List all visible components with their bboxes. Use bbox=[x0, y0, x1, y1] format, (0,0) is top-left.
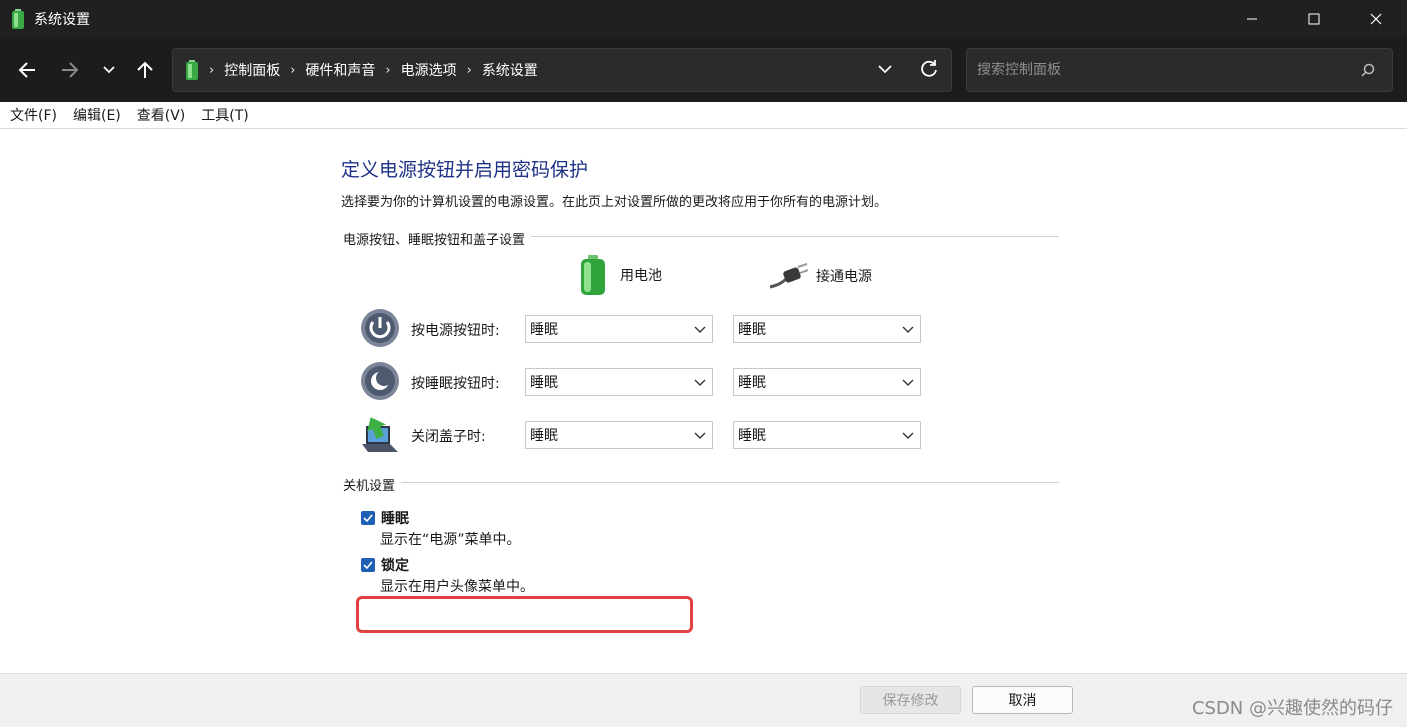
address-dropdown-button[interactable] bbox=[877, 61, 893, 81]
footer-bar: 保存修改 取消 CSDN @兴趣使然的码仔 bbox=[0, 673, 1407, 727]
search-input[interactable] bbox=[977, 62, 1337, 78]
navigation-bar: › 控制面板 › 硬件和声音 › 电源选项 › 系统设置 bbox=[0, 38, 1407, 102]
title-bar: 系统设置 bbox=[0, 0, 1407, 38]
battery-icon bbox=[581, 255, 605, 295]
page-description: 选择要为你的计算机设置的电源设置。在此页上对设置所做的更改将应用于你所有的电源计… bbox=[341, 195, 888, 210]
power-plug-icon bbox=[769, 263, 808, 289]
refresh-button[interactable] bbox=[919, 59, 939, 83]
menu-view[interactable]: 查看(V) bbox=[137, 105, 186, 125]
chevron-down-icon bbox=[694, 379, 706, 386]
power-button-battery-select[interactable]: 睡眠 bbox=[525, 315, 713, 343]
address-bar[interactable]: › 控制面板 › 硬件和声音 › 电源选项 › 系统设置 bbox=[172, 48, 952, 92]
chevron-down-icon bbox=[902, 432, 914, 439]
column-header-plugged: 接通电源 bbox=[768, 261, 872, 291]
lock-checkbox[interactable] bbox=[361, 558, 375, 572]
sleep-button-battery-select[interactable]: 睡眠 bbox=[525, 368, 713, 396]
sleep-checkbox[interactable] bbox=[361, 511, 375, 525]
power-button-plugged-select[interactable]: 睡眠 bbox=[733, 315, 921, 343]
breadcrumb-power-options[interactable]: 电源选项 bbox=[401, 60, 457, 80]
lock-option-description: 显示在用户头像菜单中。 bbox=[380, 579, 534, 595]
checkmark-icon bbox=[363, 514, 373, 523]
save-changes-button[interactable]: 保存修改 bbox=[860, 686, 961, 714]
annotation-highlight-box bbox=[356, 596, 693, 633]
menu-bar: 文件(F) 编辑(E) 查看(V) 工具(T) bbox=[0, 102, 1407, 129]
lid-close-plugged-select[interactable]: 睡眠 bbox=[733, 421, 921, 449]
chevron-down-icon bbox=[694, 432, 706, 439]
select-value: 睡眠 bbox=[738, 375, 766, 391]
laptop-lid-icon bbox=[360, 414, 400, 454]
breadcrumb-separator: › bbox=[209, 62, 215, 78]
select-value: 睡眠 bbox=[530, 428, 558, 444]
row-label-lid-close: 关闭盖子时: bbox=[411, 429, 486, 445]
breadcrumb-control-panel[interactable]: 控制面板 bbox=[224, 60, 280, 80]
select-value: 睡眠 bbox=[530, 375, 558, 391]
section-title-shutdown: 关机设置 bbox=[343, 475, 402, 494]
chevron-down-icon bbox=[103, 66, 115, 74]
lock-option-checkbox-row[interactable]: 锁定 bbox=[361, 555, 409, 575]
breadcrumb-separator[interactable]: › bbox=[467, 63, 472, 78]
watermark-text: CSDN @兴趣使然的码仔 bbox=[1191, 698, 1393, 719]
select-value: 睡眠 bbox=[738, 428, 766, 444]
lid-close-battery-select[interactable]: 睡眠 bbox=[525, 421, 713, 449]
battery-app-icon bbox=[10, 9, 26, 29]
maximize-icon bbox=[1308, 13, 1320, 25]
window-title: 系统设置 bbox=[34, 12, 90, 28]
breadcrumb-system-settings[interactable]: 系统设置 bbox=[482, 60, 538, 80]
power-button-icon bbox=[360, 308, 400, 348]
sleep-option-description: 显示在“电源”菜单中。 bbox=[380, 532, 521, 548]
column-label-plugged: 接通电源 bbox=[816, 269, 872, 285]
cancel-button[interactable]: 取消 bbox=[972, 686, 1073, 714]
chevron-down-icon bbox=[694, 326, 706, 333]
sleep-option-label[interactable]: 睡眠 bbox=[381, 508, 409, 528]
control-panel-icon bbox=[185, 60, 199, 80]
close-icon bbox=[1370, 13, 1382, 25]
breadcrumb-separator[interactable]: › bbox=[385, 63, 390, 78]
section-divider bbox=[343, 482, 1059, 483]
up-button[interactable] bbox=[131, 56, 159, 84]
refresh-icon bbox=[921, 60, 937, 77]
content-area: 定义电源按钮并启用密码保护 选择要为你的计算机设置的电源设置。在此页上对设置所做… bbox=[0, 129, 1407, 673]
select-value: 睡眠 bbox=[738, 322, 766, 338]
back-button[interactable] bbox=[13, 56, 41, 84]
breadcrumb-hardware-sound[interactable]: 硬件和声音 bbox=[305, 60, 375, 80]
recent-locations-button[interactable] bbox=[95, 56, 123, 84]
minimize-icon bbox=[1247, 18, 1257, 20]
back-arrow-icon bbox=[18, 62, 35, 78]
minimize-button[interactable] bbox=[1221, 0, 1283, 38]
sleep-option-checkbox-row[interactable]: 睡眠 bbox=[361, 508, 409, 528]
row-label-sleep-button: 按睡眠按钮时: bbox=[411, 376, 500, 392]
column-header-battery: 用电池 bbox=[578, 255, 662, 295]
menu-tools[interactable]: 工具(T) bbox=[201, 105, 248, 125]
forward-arrow-icon bbox=[62, 62, 79, 78]
close-button[interactable] bbox=[1345, 0, 1407, 38]
chevron-down-icon bbox=[902, 379, 914, 386]
section-title-buttons: 电源按钮、睡眠按钮和盖子设置 bbox=[343, 229, 532, 248]
maximize-button[interactable] bbox=[1283, 0, 1345, 38]
menu-edit[interactable]: 编辑(E) bbox=[73, 105, 121, 125]
lock-option-label[interactable]: 锁定 bbox=[381, 555, 409, 575]
up-arrow-icon bbox=[137, 61, 153, 78]
search-box[interactable] bbox=[966, 48, 1393, 92]
checkmark-icon bbox=[363, 561, 373, 570]
search-icon[interactable] bbox=[1360, 62, 1376, 82]
menu-file[interactable]: 文件(F) bbox=[10, 105, 57, 125]
select-value: 睡眠 bbox=[530, 322, 558, 338]
breadcrumb-separator[interactable]: › bbox=[290, 63, 295, 78]
sleep-button-plugged-select[interactable]: 睡眠 bbox=[733, 368, 921, 396]
chevron-down-icon bbox=[902, 326, 914, 333]
sleep-button-icon bbox=[360, 361, 400, 401]
chevron-down-icon bbox=[878, 65, 892, 74]
row-label-power-button: 按电源按钮时: bbox=[411, 323, 500, 339]
column-label-battery: 用电池 bbox=[620, 268, 662, 284]
forward-button[interactable] bbox=[56, 56, 84, 84]
page-title: 定义电源按钮并启用密码保护 bbox=[341, 159, 589, 181]
